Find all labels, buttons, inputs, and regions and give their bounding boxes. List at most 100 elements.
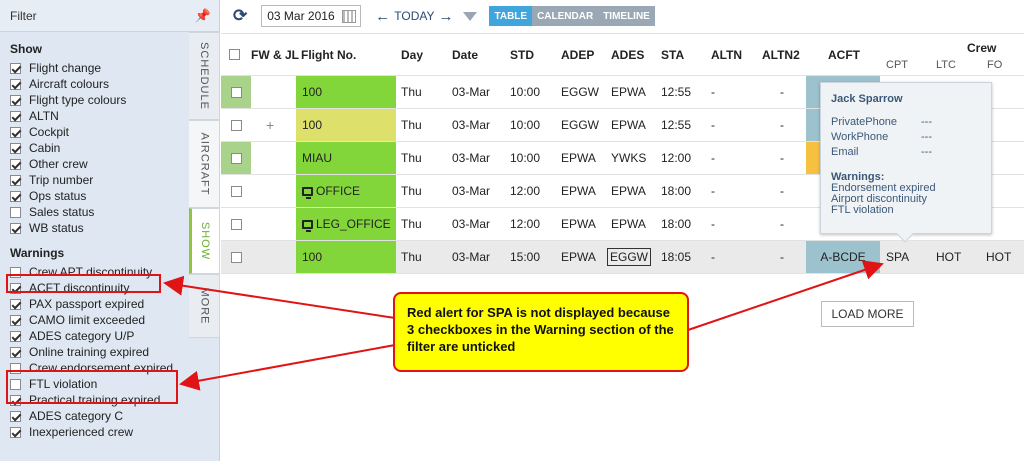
warning-option-label: Online training expired <box>29 345 150 359</box>
col-sta[interactable]: STA <box>661 34 684 75</box>
warning-option-item[interactable]: PAX passport expired <box>0 296 219 312</box>
crew-cpt-cell[interactable]: SPA <box>886 241 909 273</box>
crew-ltc-cell[interactable]: HOT <box>936 241 961 273</box>
col-ltc[interactable]: LTC <box>936 56 956 74</box>
flight-number: OFFICE <box>316 184 360 198</box>
show-option-item[interactable]: Flight change <box>0 60 219 76</box>
show-option-item[interactable]: Trip number <box>0 172 219 188</box>
tab-show[interactable]: SHOW <box>189 208 220 274</box>
checkbox[interactable] <box>10 314 21 326</box>
date-picker[interactable]: 03 Mar 2016 <box>261 5 362 27</box>
show-option-item[interactable]: Cabin <box>0 140 219 156</box>
tab-calendar[interactable]: CALENDAR <box>532 6 599 26</box>
checkbox[interactable] <box>10 126 21 138</box>
add-leg-icon[interactable]: + <box>266 109 274 141</box>
checkbox[interactable] <box>10 346 21 358</box>
show-option-item[interactable]: Other crew <box>0 156 219 172</box>
date-cell: 03-Mar <box>452 250 491 264</box>
row-select-cell[interactable] <box>221 208 251 240</box>
checkbox[interactable] <box>10 410 21 422</box>
checkbox[interactable] <box>10 330 21 342</box>
checkbox[interactable] <box>10 190 21 202</box>
col-flight[interactable]: Flight No. <box>301 34 356 75</box>
row-checkbox[interactable] <box>230 86 242 98</box>
warning-option-item[interactable]: Inexperienced crew <box>0 424 219 440</box>
col-adep[interactable]: ADEP <box>561 34 594 75</box>
refresh-icon[interactable]: ⟳ <box>233 6 247 26</box>
tab-schedule[interactable]: SCHEDULE <box>189 32 220 120</box>
filter-funnel-icon[interactable] <box>463 11 478 21</box>
contact-field: WorkPhone --- <box>831 130 981 145</box>
checkbox[interactable] <box>10 222 21 234</box>
calendar-icon[interactable] <box>342 9 357 23</box>
show-option-item[interactable]: Cockpit <box>0 124 219 140</box>
crew-contact-fields: PrivatePhone --- WorkPhone --- Email --- <box>831 115 981 160</box>
row-checkbox[interactable] <box>230 185 242 197</box>
today-button[interactable]: ← TODAY → <box>375 8 453 25</box>
col-date[interactable]: Date <box>452 34 478 75</box>
flight-number-cell[interactable]: 100 <box>296 76 396 108</box>
checkbox[interactable] <box>10 174 21 186</box>
arrow-right-icon[interactable]: → <box>438 8 453 25</box>
warning-option-item[interactable]: ADES category U/P <box>0 328 219 344</box>
checkbox[interactable] <box>10 78 21 90</box>
row-checkbox[interactable] <box>230 119 242 131</box>
col-altn2[interactable]: ALTN2 <box>762 34 800 75</box>
row-checkbox[interactable] <box>230 251 242 263</box>
flight-number-cell[interactable]: OFFICE <box>296 175 396 207</box>
tab-more-label: MORE <box>198 287 210 325</box>
load-more-button[interactable]: LOAD MORE <box>821 301 914 327</box>
ades-cell[interactable]: EGGW <box>607 241 651 273</box>
row-select-cell[interactable] <box>221 76 251 108</box>
warning-option-item[interactable]: ADES category C <box>0 408 219 424</box>
show-option-label: Ops status <box>29 189 87 203</box>
row-select-cell[interactable] <box>221 142 251 174</box>
checkbox[interactable] <box>10 426 21 438</box>
pin-icon[interactable]: 📌 <box>195 8 211 24</box>
col-fwjl[interactable]: FW & JL <box>251 34 299 75</box>
col-ades[interactable]: ADES <box>611 34 644 75</box>
crew-fo-cell[interactable]: HOT <box>986 241 1011 273</box>
show-option-label: WB status <box>29 221 84 235</box>
flight-number-cell[interactable]: MIAU <box>296 142 396 174</box>
warning-option-item[interactable]: Online training expired <box>0 344 219 360</box>
show-option-item[interactable]: Sales status <box>0 204 219 220</box>
select-all-checkbox[interactable] <box>229 34 240 75</box>
col-altn[interactable]: ALTN <box>711 34 742 75</box>
show-option-item[interactable]: Flight type colours <box>0 92 219 108</box>
col-std[interactable]: STD <box>510 34 534 75</box>
tab-aircraft[interactable]: AIRCRAFT <box>189 120 220 208</box>
crew-popup: Jack Sparrow PrivatePhone --- WorkPhone ---… <box>820 82 992 243</box>
show-option-item[interactable]: Ops status <box>0 188 219 204</box>
checkbox[interactable] <box>10 94 21 106</box>
checkbox[interactable] <box>10 206 21 218</box>
checkbox[interactable] <box>10 142 21 154</box>
tab-more[interactable]: MORE <box>189 274 220 338</box>
col-cpt[interactable]: CPT <box>886 56 908 74</box>
row-select-cell[interactable] <box>221 241 251 273</box>
arrow-left-icon[interactable]: ← <box>375 8 390 25</box>
show-option-item[interactable]: Aircraft colours <box>0 76 219 92</box>
checkbox[interactable] <box>10 298 21 310</box>
checkbox[interactable] <box>10 62 21 74</box>
table-row[interactable]: 100 Thu 03-Mar 15:00 EPWA EGGW 18:05 - - A-BCDE SP… <box>221 241 1024 274</box>
tab-table[interactable]: TABLE <box>489 6 533 26</box>
row-checkbox[interactable] <box>230 218 242 230</box>
show-option-item[interactable]: WB status <box>0 220 219 236</box>
checkbox[interactable] <box>10 110 21 122</box>
contact-field: PrivatePhone --- <box>831 115 981 130</box>
col-day[interactable]: Day <box>401 34 423 75</box>
warning-option-item[interactable]: CAMO limit exceeded <box>0 312 219 328</box>
flight-number-cell[interactable]: 100 <box>296 241 396 273</box>
row-select-cell[interactable] <box>221 175 251 207</box>
row-checkbox[interactable] <box>230 152 242 164</box>
col-acft[interactable]: ACFT <box>828 34 860 75</box>
flight-number-cell[interactable]: LEG_OFFICE <box>296 208 396 240</box>
col-fo[interactable]: FO <box>987 56 1002 74</box>
show-option-item[interactable]: ALTN <box>0 108 219 124</box>
checkbox[interactable] <box>10 158 21 170</box>
row-select-cell[interactable] <box>221 109 251 141</box>
tab-timeline[interactable]: TIMELINE <box>598 6 655 26</box>
flight-number-cell[interactable]: 100 <box>296 109 396 141</box>
acft-cell[interactable]: A-BCDE <box>806 241 880 273</box>
